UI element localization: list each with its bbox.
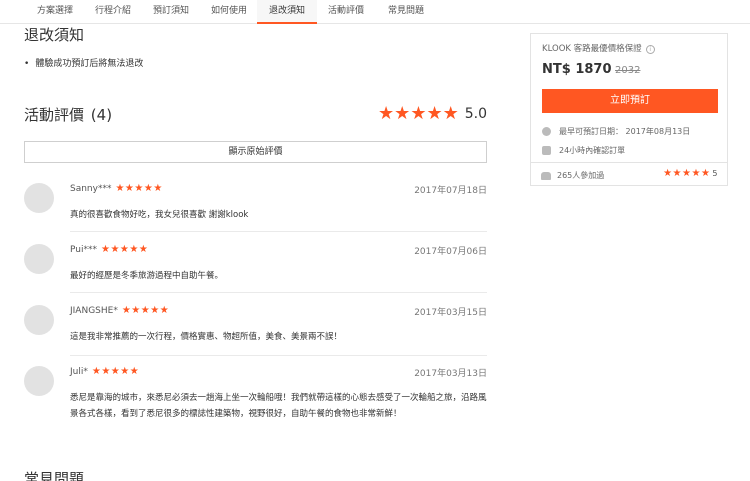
faq-heading: 常見問題 — [24, 470, 85, 481]
reviewer: Pui*** ★★★★★ — [70, 244, 148, 255]
avatar — [24, 366, 54, 396]
tab-itinerary[interactable]: 行程介紹 — [95, 0, 131, 24]
tab-how-to-use[interactable]: 如何使用 — [211, 0, 247, 24]
overall-rating-score: 5.0 — [464, 105, 487, 122]
avatar — [24, 183, 54, 213]
info-icon[interactable]: i — [645, 45, 655, 54]
booking-rating: ★★★★★ 5 — [663, 168, 718, 179]
review-stars-icon: ★★★★★ — [91, 366, 140, 377]
price-guarantee-text: KLOOK 客路最優價格保證 — [542, 44, 642, 54]
review-divider — [70, 231, 487, 232]
review-text: 這是我非常推薦的一次行程，價格實惠、物超所值，美食、美景兩不誤！ — [70, 332, 343, 342]
tab-reviews[interactable]: 活動評價 — [328, 0, 364, 24]
review-divider — [70, 292, 487, 293]
review-divider — [70, 355, 487, 356]
reviews-heading-text: 活動評價 — [24, 106, 85, 124]
booking-rating-value: 5 — [712, 169, 718, 178]
confirmation-text: 24小時內確認訂單 — [559, 146, 626, 155]
overall-rating: ★★★★★ 5.0 — [378, 104, 487, 123]
reviewer: Juli* ★★★★★ — [70, 366, 139, 377]
clock-icon — [542, 127, 551, 136]
tab-booking-notes[interactable]: 預訂須知 — [153, 0, 189, 24]
review-stars-icon: ★★★★★ — [121, 305, 170, 316]
review-stars-icon: ★★★★★ — [100, 244, 149, 255]
reviewer: JIANGSHE* ★★★★★ — [70, 305, 169, 316]
booking-rating-stars-icon: ★★★★★ — [663, 168, 711, 179]
review-date: 2017年03月15日 — [414, 308, 487, 318]
overall-rating-stars-icon: ★★★★★ — [378, 103, 459, 124]
section-tab-bar: 方案選擇 行程介紹 預訂須知 如何使用 退改須知 活動評價 常見問題 — [0, 0, 750, 24]
book-now-button[interactable]: 立即預訂 — [542, 89, 718, 113]
refund-policy-heading: 退改須知 — [24, 26, 85, 44]
review-stars-icon: ★★★★★ — [115, 183, 163, 194]
reviewer-name: JIANGSHE* — [70, 306, 118, 316]
reviews-header: 活動評價 (4) ★★★★★ 5.0 — [24, 104, 487, 125]
participants-text: 265人參加過 — [557, 171, 605, 180]
reviews-heading: 活動評價 (4) — [24, 104, 112, 125]
earliest-date-text: 最早可預訂日期： 2017年08月13日 — [559, 127, 691, 136]
original-price: 2032 — [615, 65, 641, 76]
review-date: 2017年07月06日 — [414, 247, 487, 257]
price-guarantee: KLOOK 客路最優價格保證 i — [542, 42, 655, 54]
reviewer-name: Sanny*** — [70, 184, 112, 194]
tab-package-options[interactable]: 方案選擇 — [37, 0, 73, 24]
current-price: NT$ 1870 — [542, 62, 612, 77]
earliest-date-row: 最早可預訂日期： 2017年08月13日 — [542, 126, 690, 137]
reviewer-name: Juli* — [70, 367, 88, 377]
review-text: 真的很喜歡食物好吃，我女兒很喜歡 謝謝klook — [70, 210, 249, 220]
booking-stats: 265人參加過 ★★★★★ 5 — [530, 162, 728, 186]
review-date: 2017年03月13日 — [414, 369, 487, 379]
review-text: 最好的經歷是冬季旅游過程中自助午餐。 — [70, 271, 224, 281]
review-text: 悉尼是靠海的城市，來悉尼必須去一趟海上坐一次輪船哦！我們就帶這樣的心態去感受了一… — [70, 393, 487, 419]
avatar — [24, 305, 54, 335]
calendar-icon — [542, 146, 551, 155]
refund-policy-item: 體驗成功預訂后將無法退改 — [24, 56, 143, 69]
show-original-reviews-button[interactable]: 顯示原始評價 — [24, 141, 487, 163]
people-icon — [541, 171, 551, 180]
reviews-count: (4) — [90, 106, 113, 124]
reviewer-name: Pui*** — [70, 245, 97, 255]
avatar — [24, 244, 54, 274]
refund-policy-list: 體驗成功預訂后將無法退改 — [24, 56, 143, 69]
review-date: 2017年07月18日 — [414, 186, 487, 196]
participants: 265人參加過 — [541, 170, 604, 181]
reviewer: Sanny*** ★★★★★ — [70, 183, 163, 194]
tab-refund-policy[interactable]: 退改須知 — [257, 0, 318, 24]
confirmation-row: 24小時內確認訂單 — [542, 145, 625, 156]
tab-faq[interactable]: 常見問題 — [388, 0, 424, 24]
